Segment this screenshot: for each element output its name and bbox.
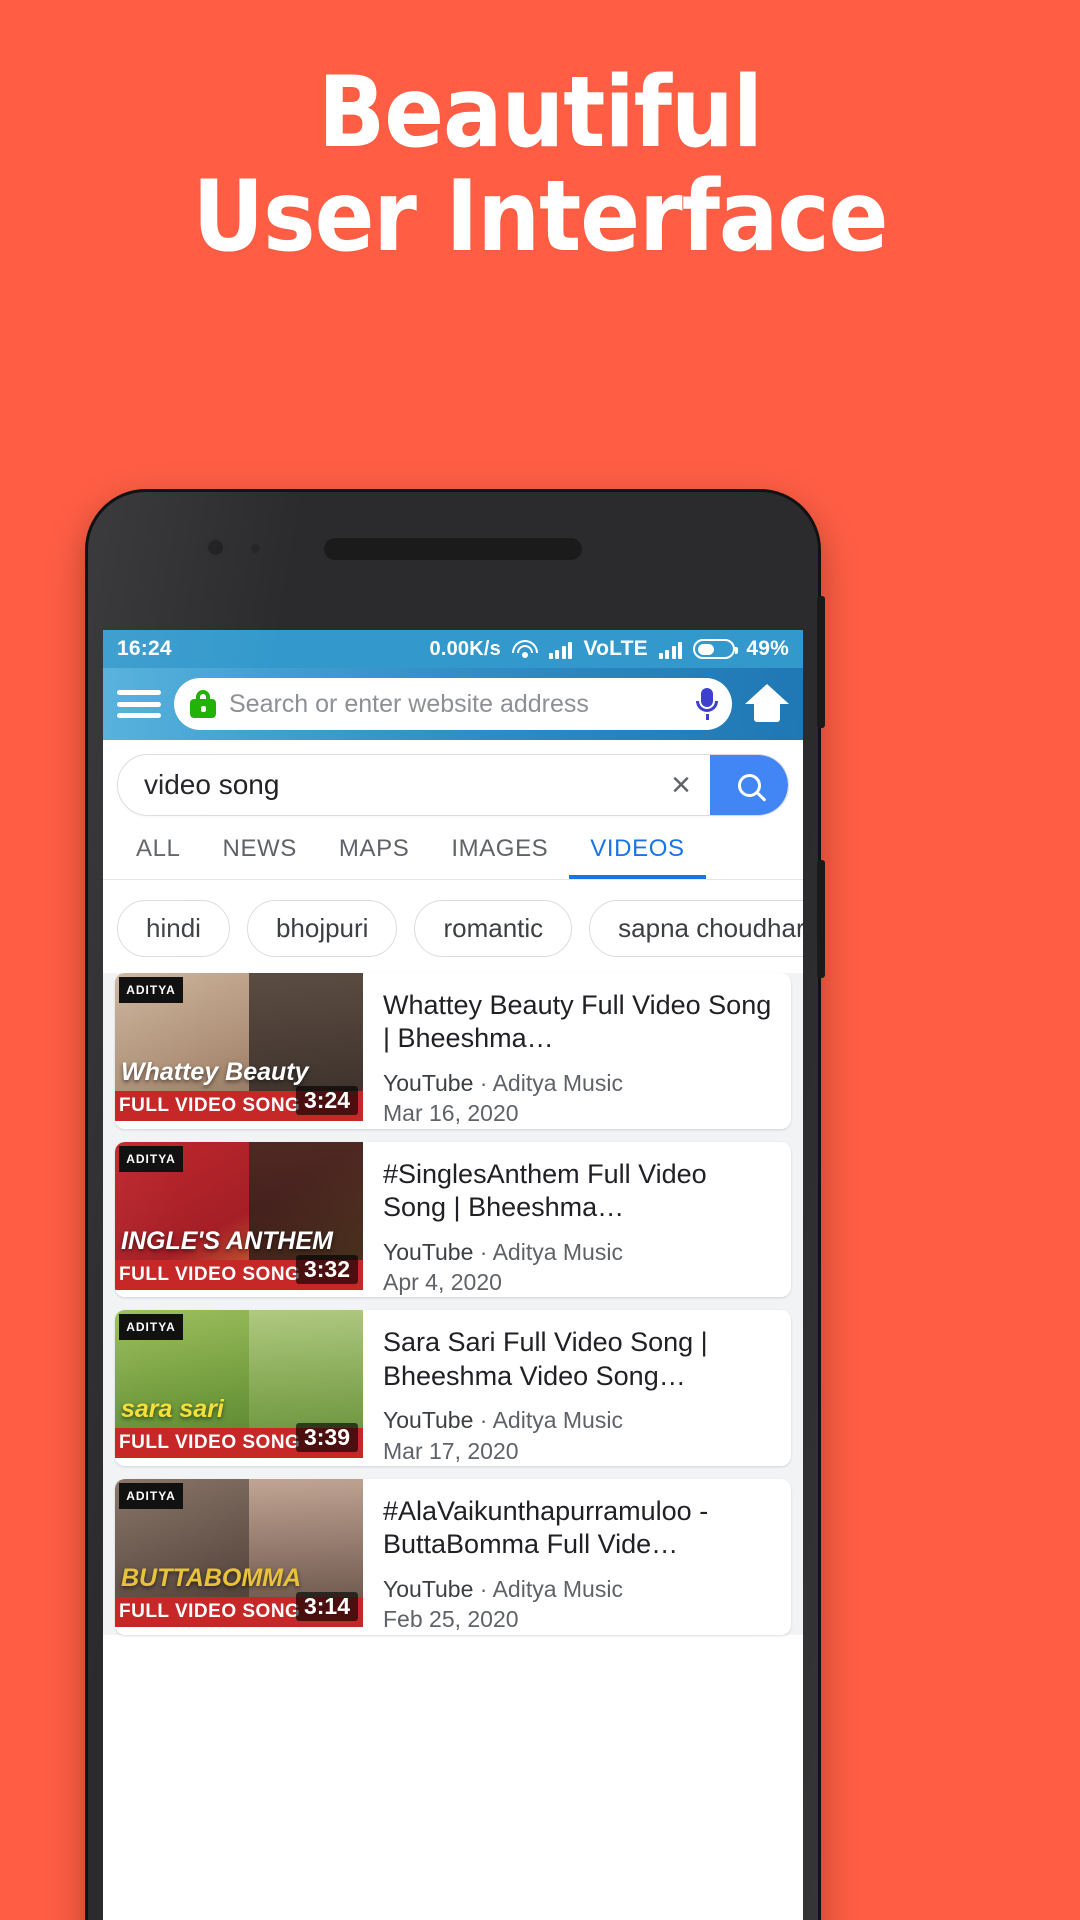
source-separator: ·: [479, 1238, 488, 1265]
signal-bars-icon: [548, 640, 573, 659]
hamburger-menu-icon[interactable]: [117, 687, 161, 721]
video-duration: 3:24: [295, 1086, 358, 1115]
microphone-icon[interactable]: [696, 688, 718, 720]
video-title: #AlaVaikunthapurramuloo - ButtaBomma Ful…: [383, 1495, 709, 1560]
promo-headline-line1: Beautiful: [318, 56, 763, 170]
video-source-site: YouTube: [383, 1575, 474, 1602]
phone-mockup: 16:24 0.00K/s VoLTE 49% Search or enter …: [88, 492, 825, 1920]
video-channel: Aditya Music: [492, 1575, 623, 1602]
video-source-site: YouTube: [383, 1069, 474, 1096]
home-icon[interactable]: [745, 684, 789, 724]
video-thumbnail[interactable]: ADITYA Whattey Beauty FULL VIDEO SONG 3:…: [115, 973, 363, 1121]
battery-icon: [693, 639, 739, 659]
tab-videos[interactable]: VIDEOS: [569, 825, 706, 879]
status-bar: 16:24 0.00K/s VoLTE 49%: [103, 630, 803, 668]
source-separator: ·: [479, 1407, 488, 1434]
video-thumbnail[interactable]: ADITYA BUTTABOMMA FULL VIDEO SONG 3:14: [115, 1478, 363, 1627]
search-box[interactable]: video song ×: [117, 754, 789, 816]
video-source-site: YouTube: [383, 1238, 474, 1265]
source-separator: ·: [479, 1575, 488, 1602]
thumbnail-title-art: INGLE'S ANTHEM: [121, 1226, 333, 1255]
video-channel: Aditya Music: [492, 1407, 623, 1434]
chip-bhojpuri[interactable]: bhojpuri: [246, 900, 398, 957]
tab-maps[interactable]: MAPS: [318, 825, 430, 879]
channel-logo: ADITYA: [119, 1482, 183, 1509]
wifi-icon: [511, 639, 538, 659]
tab-news[interactable]: NEWS: [202, 825, 318, 879]
video-duration: 3:32: [295, 1254, 358, 1284]
network-speed: 0.00K/s: [429, 637, 501, 660]
thumbnail-title-art: BUTTABOMMA: [121, 1563, 302, 1592]
status-time: 16:24: [117, 637, 172, 660]
proximity-sensor-icon: [251, 544, 260, 553]
video-source: YouTube · Aditya Music: [383, 1068, 777, 1098]
video-result-item[interactable]: ADITYA sara sari FULL VIDEO SONG 3:39 Sa…: [115, 1310, 791, 1466]
video-title: Sara Sari Full Video Song | Bheeshma Vid…: [383, 1327, 708, 1391]
search-row: video song ×: [103, 740, 803, 825]
tab-images[interactable]: IMAGES: [430, 825, 569, 879]
video-title: #SinglesAnthem Full Video Song | Bheeshm…: [383, 1158, 707, 1223]
video-date: Feb 25, 2020: [383, 1606, 519, 1633]
channel-logo: ADITYA: [119, 1314, 183, 1341]
clear-search-icon[interactable]: ×: [652, 768, 710, 802]
video-title: Whattey Beauty Full Video Song | Bheeshm…: [383, 990, 772, 1054]
search-input[interactable]: video song: [118, 769, 652, 801]
search-icon: [737, 773, 761, 797]
phone-screen: 16:24 0.00K/s VoLTE 49% Search or enter …: [103, 630, 803, 1920]
address-bar[interactable]: Search or enter website address: [174, 678, 732, 730]
video-results-list: ADITYA Whattey Beauty FULL VIDEO SONG 3:…: [103, 973, 803, 1635]
video-channel: Aditya Music: [492, 1238, 623, 1265]
video-channel: Aditya Music: [492, 1069, 623, 1096]
earpiece-speaker: [324, 538, 582, 560]
video-date: Apr 4, 2020: [383, 1268, 502, 1295]
power-button[interactable]: [817, 860, 825, 978]
chip-hindi[interactable]: hindi: [117, 900, 230, 957]
signal-bars-icon-2: [658, 640, 683, 659]
video-duration: 3:14: [295, 1591, 358, 1621]
thumbnail-title-art: sara sari: [121, 1395, 224, 1424]
browser-toolbar: Search or enter website address: [103, 668, 803, 740]
video-thumbnail[interactable]: ADITYA sara sari FULL VIDEO SONG 3:39: [115, 1310, 363, 1459]
video-date: Mar 17, 2020: [383, 1437, 519, 1464]
channel-logo: ADITYA: [119, 977, 183, 1003]
source-separator: ·: [479, 1069, 488, 1096]
filter-chips: hindi bhojpuri romantic sapna choudhary: [103, 880, 803, 973]
video-thumbnail[interactable]: ADITYA INGLE'S ANTHEM FULL VIDEO SONG 3:…: [115, 1141, 363, 1290]
chip-sapna-choudhary[interactable]: sapna choudhary: [589, 900, 803, 957]
lock-icon: [190, 690, 216, 718]
address-bar-placeholder: Search or enter website address: [229, 689, 589, 718]
video-source: YouTube · Aditya Music: [383, 1237, 777, 1267]
tab-all[interactable]: ALL: [115, 825, 202, 879]
channel-logo: ADITYA: [119, 1145, 183, 1172]
result-tabs: ALL NEWS MAPS IMAGES VIDEOS: [103, 825, 803, 880]
volte-label: VoLTE: [583, 637, 648, 660]
video-duration: 3:39: [295, 1423, 358, 1453]
video-source-site: YouTube: [383, 1407, 474, 1434]
promo-headline: Beautiful User Interface: [0, 56, 1080, 274]
video-source: YouTube · Aditya Music: [383, 1405, 777, 1435]
video-date: Mar 16, 2020: [383, 1100, 519, 1127]
video-result-item[interactable]: ADITYA Whattey Beauty FULL VIDEO SONG 3:…: [115, 973, 791, 1129]
battery-percent: 49%: [746, 637, 789, 660]
volume-button[interactable]: [817, 596, 825, 728]
thumbnail-title-art: Whattey Beauty: [121, 1058, 309, 1086]
search-submit-button[interactable]: [710, 755, 788, 815]
video-source: YouTube · Aditya Music: [383, 1574, 777, 1604]
video-result-item[interactable]: ADITYA INGLE'S ANTHEM FULL VIDEO SONG 3:…: [115, 1141, 791, 1298]
chip-romantic[interactable]: romantic: [414, 900, 573, 957]
promo-headline-line2: User Interface: [192, 159, 889, 274]
front-camera-icon: [205, 537, 226, 558]
video-result-item[interactable]: ADITYA BUTTABOMMA FULL VIDEO SONG 3:14 #…: [115, 1478, 791, 1635]
